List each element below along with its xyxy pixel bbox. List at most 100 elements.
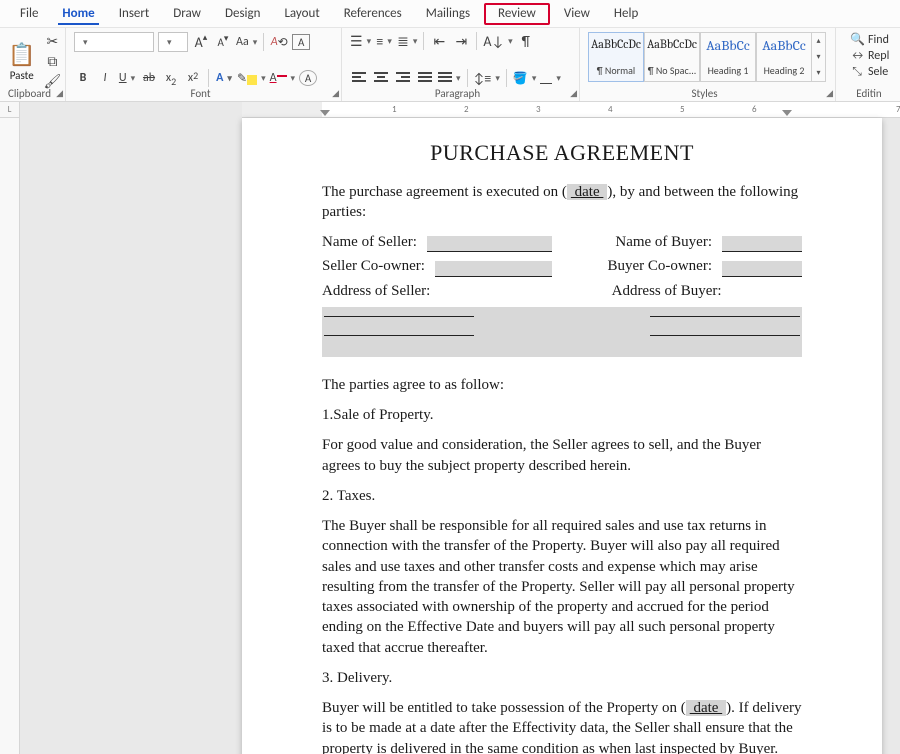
show-hide-button[interactable]: ¶ [517, 32, 535, 50]
horizontal-ruler[interactable]: 1 2 3 4 5 6 7 [242, 102, 900, 118]
phonetic-guide-button[interactable]: A [292, 34, 310, 50]
group-editing: 🔍 Find ↔ Repl ⤡Sele Editin [836, 28, 900, 101]
bullets-button[interactable]: ☰ [350, 32, 371, 50]
blank-buyer-co[interactable] [722, 261, 802, 277]
style-normal[interactable]: AaBbCcDc ¶ Normal [588, 32, 644, 82]
increase-indent-button[interactable]: ⇥ [452, 32, 470, 50]
style-heading2[interactable]: AaBbCc Heading 2 [756, 32, 812, 82]
styles-more-button[interactable]: ▴▾▾ [812, 32, 826, 82]
group-clipboard: 📋 Paste ✂ ⧉ 🖌 Clipboard ◢ [0, 28, 66, 101]
tab-file[interactable]: File [8, 0, 50, 28]
document-workspace: L 1 2 3 4 5 6 7 PURCHASE AGREEMENT The p… [0, 102, 900, 754]
strikethrough-button[interactable]: ab [140, 69, 158, 87]
style-preview: AaBbCc [762, 37, 806, 54]
tab-draw[interactable]: Draw [161, 0, 213, 28]
ruler-tick: 5 [680, 104, 685, 115]
font-color-button[interactable]: A [270, 69, 295, 87]
label-addr-buyer: Address of Buyer: [612, 281, 722, 301]
label-name-buyer: Name of Buyer: [615, 232, 712, 252]
vertical-ruler[interactable]: L [0, 102, 20, 754]
date-field-2[interactable]: date [686, 700, 726, 716]
tab-home[interactable]: Home [50, 0, 106, 28]
style-preview: AaBbCcDc [591, 37, 641, 51]
tab-layout[interactable]: Layout [272, 0, 331, 28]
ruler-origin[interactable]: L [0, 102, 19, 118]
superscript-button[interactable]: x2 [184, 69, 202, 87]
cut-button[interactable]: ✂ [43, 32, 61, 50]
group-editing-label: Editin [836, 87, 894, 100]
font-size-select[interactable] [158, 32, 188, 52]
style-heading1-label: Heading 1 [708, 64, 749, 77]
tab-view[interactable]: View [552, 0, 602, 28]
replace-button[interactable]: ↔ Repl [850, 49, 892, 63]
styles-dialog-launcher[interactable]: ◢ [826, 88, 833, 99]
paragraph-dialog-launcher[interactable]: ◢ [570, 88, 577, 99]
tab-references[interactable]: References [332, 0, 414, 28]
align-center-button[interactable] [372, 69, 390, 87]
paste-button[interactable]: 📋 Paste [8, 34, 35, 88]
search-icon: 🔍 [850, 32, 864, 47]
intro-paragraph: The purchase agreement is executed on ( … [322, 182, 802, 223]
enclose-char-button[interactable]: A [299, 70, 317, 86]
tab-design[interactable]: Design [213, 0, 272, 28]
group-font-label: Font [66, 87, 335, 100]
find-button[interactable]: 🔍 Find [850, 32, 892, 47]
subscript-button[interactable]: x2 [162, 69, 180, 87]
sort-button[interactable]: A↓ [483, 32, 512, 50]
section1-body: For good value and consideration, the Se… [322, 435, 802, 476]
change-case-button[interactable]: Aa [236, 33, 257, 51]
distributed-button[interactable] [438, 69, 461, 87]
style-normal-label: ¶ Normal [597, 64, 635, 77]
text-effects-button[interactable]: A [215, 69, 233, 87]
paste-label: Paste [10, 69, 34, 82]
ruler-tick: 2 [464, 104, 469, 115]
highlight-button[interactable]: ✎ [237, 69, 266, 87]
justify-button[interactable] [416, 69, 434, 87]
font-name-select[interactable] [74, 32, 154, 52]
shading-button[interactable]: 🪣 [513, 69, 536, 87]
address-block[interactable] [322, 307, 802, 357]
font-dialog-launcher[interactable]: ◢ [332, 88, 339, 99]
group-styles-label: Styles [580, 87, 829, 100]
find-label: Find [868, 33, 889, 47]
tab-mailings[interactable]: Mailings [414, 0, 482, 28]
clipboard-dialog-launcher[interactable]: ◢ [56, 88, 63, 99]
doc-title: PURCHASE AGREEMENT [322, 138, 802, 168]
align-right-button[interactable] [394, 69, 412, 87]
tab-review[interactable]: Review [484, 3, 550, 25]
ruler-tick: 3 [536, 104, 541, 115]
blank-name-buyer[interactable] [722, 236, 802, 252]
bold-button[interactable]: B [74, 69, 92, 87]
shrink-font-button[interactable]: A▾ [214, 33, 232, 51]
blank-name-seller[interactable] [427, 236, 552, 252]
tab-help[interactable]: Help [602, 0, 650, 28]
multilevel-list-button[interactable]: ≣ [397, 32, 417, 50]
ruler-tick: 4 [608, 104, 613, 115]
intro-text-a: The purchase agreement is executed on ( [322, 184, 567, 200]
line-spacing-button[interactable]: ↕≡ [474, 69, 500, 87]
ruler-tick: 1 [392, 104, 397, 115]
tab-insert[interactable]: Insert [107, 0, 162, 28]
section3-body: Buyer will be entitled to take possessio… [322, 698, 802, 754]
borders-button[interactable] [540, 69, 561, 87]
group-paragraph-label: Paragraph [342, 87, 573, 100]
decrease-indent-button[interactable]: ⇤ [430, 32, 448, 50]
replace-icon: ↔ [850, 49, 864, 63]
clipboard-icon: 📋 [8, 41, 35, 68]
blank-seller-co[interactable] [435, 261, 553, 277]
group-paragraph: ☰ ≡ ≣ ⇤ ⇥ A↓ ¶ ↕≡ 🪣 Paragraph ◢ [342, 28, 580, 101]
grow-font-button[interactable]: A▴ [192, 33, 210, 51]
date-field[interactable]: date [567, 184, 607, 200]
numbering-button[interactable]: ≡ [375, 32, 393, 50]
italic-button[interactable]: I [96, 69, 114, 87]
copy-button[interactable]: ⧉ [43, 52, 61, 70]
style-no-spacing-label: ¶ No Spac... [648, 64, 697, 77]
style-heading1[interactable]: AaBbCc Heading 1 [700, 32, 756, 82]
align-left-button[interactable] [350, 69, 368, 87]
select-button[interactable]: ⤡Sele [850, 65, 892, 79]
underline-button[interactable]: U [118, 69, 136, 87]
style-no-spacing[interactable]: AaBbCcDc ¶ No Spac... [644, 32, 700, 82]
replace-label: Repl [868, 49, 889, 63]
document-page[interactable]: PURCHASE AGREEMENT The purchase agreemen… [242, 118, 882, 754]
clear-formatting-button[interactable]: A⟲ [270, 33, 288, 51]
